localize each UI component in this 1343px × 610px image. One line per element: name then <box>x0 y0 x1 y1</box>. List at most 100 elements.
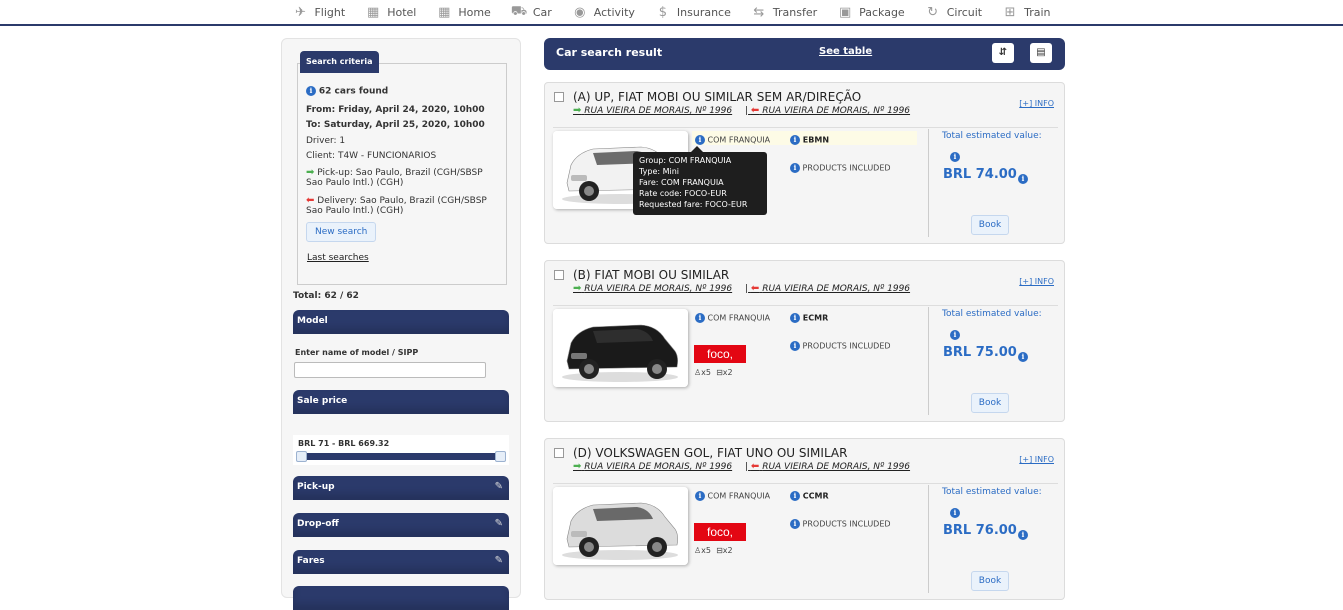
driver-count: Driver: 1 <box>306 136 346 146</box>
see-table-link[interactable]: See table <box>819 46 872 57</box>
compare-checkbox[interactable] <box>554 92 564 102</box>
book-button[interactable]: Book <box>971 215 1009 235</box>
pin-icon[interactable]: ✎ <box>495 476 503 498</box>
total-estimated-label: Total estimated value: <box>942 131 1042 141</box>
compare-checkbox[interactable] <box>554 270 564 280</box>
passenger-count: x5 <box>701 368 711 377</box>
car-price: BRL 75.00 <box>943 345 1017 360</box>
car-price: BRL 76.00 <box>943 523 1017 538</box>
info-icon[interactable]: i <box>950 507 960 518</box>
book-button[interactable]: Book <box>971 393 1009 413</box>
export-icon[interactable]: ▤ <box>1030 43 1052 63</box>
supplier-logo: foco, <box>694 345 746 363</box>
sipp-code-text: CCMR <box>802 491 829 501</box>
info-icon[interactable]: i <box>1018 529 1028 540</box>
nav-hotel[interactable]: ▦ Hotel <box>355 0 426 24</box>
more-info-link[interactable]: [+] INFO <box>1019 455 1054 464</box>
dropoff-arrow-icon: ⬅ <box>750 461 760 472</box>
model-filter-input[interactable] <box>294 362 486 378</box>
more-info-link[interactable]: [+] INFO <box>1019 99 1054 108</box>
last-searches-link[interactable]: Last searches <box>307 253 369 263</box>
price-slider-min-handle[interactable] <box>296 451 307 462</box>
pin-icon[interactable]: ✎ <box>495 513 503 535</box>
more-info-link[interactable]: [+] INFO <box>1019 277 1054 286</box>
products-included-text: PRODUCTS INCLUDED <box>802 519 891 529</box>
compare-checkbox[interactable] <box>554 448 564 458</box>
pickup-arrow-icon: ➡ <box>573 283 582 294</box>
info-icon[interactable]: i <box>950 329 960 340</box>
hotel-icon: ▦ <box>367 4 380 20</box>
info-icon[interactable]: i <box>1018 173 1028 184</box>
tooltip-group: Group: COM FRANQUIA <box>639 156 732 165</box>
nav-label: Activity <box>593 5 635 19</box>
transfer-icon: ⇆ <box>753 4 765 20</box>
nav-transfer[interactable]: ⇆ Transfer <box>741 0 827 24</box>
dropoff-arrow-icon: ⬅ <box>750 283 760 294</box>
fares-section-header[interactable]: Fares ✎ <box>293 550 509 574</box>
info-icon[interactable]: i <box>790 163 800 173</box>
info-icon[interactable]: i <box>790 313 800 323</box>
cars-found: i 62 cars found <box>306 86 388 97</box>
price-info: i <box>1018 168 1028 187</box>
fare-type: i COM FRANQUIA <box>695 491 770 501</box>
nav-container: ✈ Flight ▦ Hotel ▦ Home ⛟ Car ◉ Activity $ Insuranc… <box>0 0 1343 24</box>
info-icon[interactable]: i <box>695 313 705 323</box>
info-icon[interactable]: i <box>790 519 800 529</box>
price-slider-track[interactable] <box>298 453 504 460</box>
nav-package[interactable]: ▣ Package <box>827 0 915 24</box>
pickup-address-text: RUA VIEIRA DE MORAIS, Nº 1996 <box>584 106 733 116</box>
nav-insurance[interactable]: $ Insurance <box>645 0 741 24</box>
nav-activity[interactable]: ◉ Activity <box>562 0 645 24</box>
dropoff-address[interactable]: | ⬅ RUA VIEIRA DE MORAIS, Nº 1996 <box>745 283 910 294</box>
sort-icon[interactable]: ⇵ <box>992 43 1014 63</box>
search-criteria-tab: Search criteria <box>300 51 379 73</box>
dropoff-arrow-icon: ⬅ <box>750 105 760 116</box>
price-info: i <box>1018 346 1028 365</box>
info-icon[interactable]: i <box>790 341 800 351</box>
info-icon[interactable]: i <box>695 135 705 145</box>
insurance-icon: $ <box>658 4 668 20</box>
nav-car[interactable]: ⛟ Car <box>501 0 562 24</box>
more-section-header[interactable] <box>293 586 509 610</box>
price-divider <box>928 129 929 237</box>
plane-icon: ✈ <box>295 4 306 20</box>
nav-label: Train <box>1024 5 1051 19</box>
car-photo <box>553 487 688 565</box>
info-icon[interactable]: i <box>950 151 960 162</box>
sale-price-section-header[interactable]: Sale price <box>293 390 509 414</box>
dropoff-section-header[interactable]: Drop-off ✎ <box>293 513 509 537</box>
book-button[interactable]: Book <box>971 571 1009 591</box>
info-icon[interactable]: i <box>790 491 800 501</box>
nav-label: Insurance <box>676 5 731 19</box>
dropoff-address[interactable]: | ⬅ RUA VIEIRA DE MORAIS, Nº 1996 <box>745 105 910 116</box>
pickup-address[interactable]: ➡ RUA VIEIRA DE MORAIS, Nº 1996 <box>573 461 732 472</box>
pickup-location-2: Sao Paulo Intl.) (CGH) <box>306 178 404 188</box>
address-separator: | <box>745 462 749 472</box>
activity-icon: ◉ <box>574 4 586 20</box>
car-icon: ⛟ <box>510 3 528 19</box>
info-icon[interactable]: i <box>695 491 705 501</box>
new-search-button[interactable]: New search <box>306 222 377 242</box>
pickup-address[interactable]: ➡ RUA VIEIRA DE MORAIS, Nº 1996 <box>573 283 732 294</box>
dropoff-address-text: RUA VIEIRA DE MORAIS, Nº 1996 <box>762 106 911 116</box>
pickup-section-header[interactable]: Pick-up ✎ <box>293 476 509 500</box>
nav-label: Circuit <box>946 5 983 19</box>
nav-home[interactable]: ▦ Home <box>426 0 500 24</box>
info-icon[interactable]: i <box>790 135 800 145</box>
tooltip-fare: Fare: COM FRANQUIA <box>639 178 724 187</box>
model-section-header[interactable]: Model <box>293 310 509 334</box>
sale-price-section-title: Sale price <box>297 396 348 406</box>
products-included: i PRODUCTS INCLUDED <box>790 341 891 351</box>
dropoff-address[interactable]: | ⬅ RUA VIEIRA DE MORAIS, Nº 1996 <box>745 461 910 472</box>
info-icon[interactable]: i <box>1018 351 1028 362</box>
sidebar: Search criteria i 62 cars found From: Fr… <box>281 38 521 610</box>
train-icon: ⊞ <box>1004 4 1016 20</box>
pin-icon[interactable]: ✎ <box>495 550 503 572</box>
model-filter-label: Enter name of model / SIPP <box>295 348 419 357</box>
pickup-address[interactable]: ➡ RUA VIEIRA DE MORAIS, Nº 1996 <box>573 105 732 116</box>
nav-flight[interactable]: ✈ Flight <box>282 0 355 24</box>
price-slider-max-handle[interactable] <box>495 451 506 462</box>
nav-train[interactable]: ⊞ Train <box>992 0 1060 24</box>
nav-circuit[interactable]: ↻ Circuit <box>915 0 992 24</box>
tooltip-arrow <box>691 146 703 152</box>
